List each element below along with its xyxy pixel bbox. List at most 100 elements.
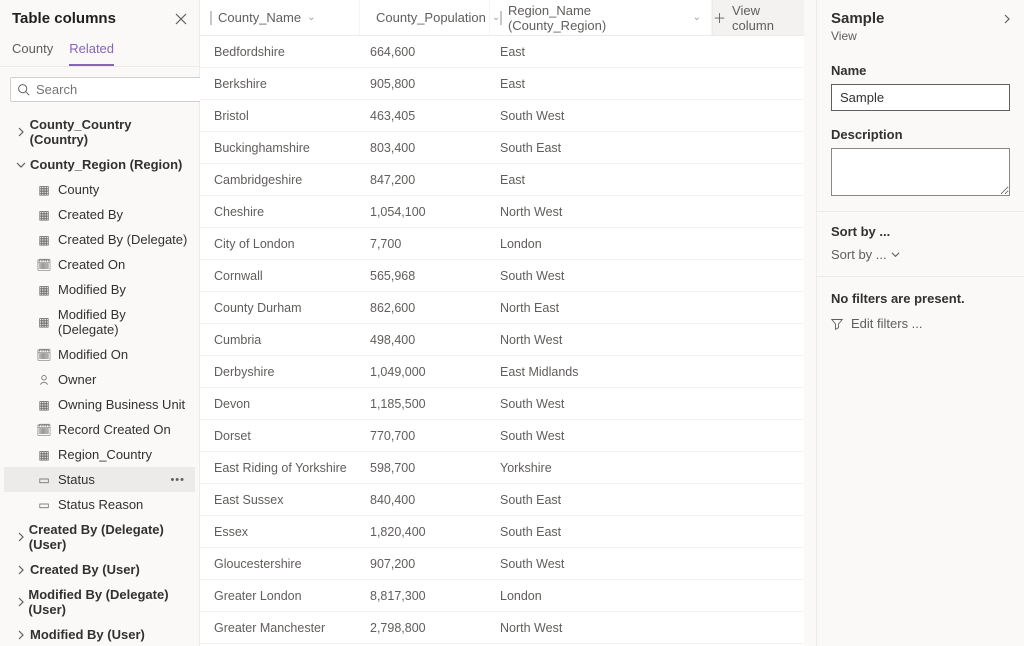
tree-item-created-by[interactable]: ▦Created By bbox=[4, 202, 195, 227]
table-row[interactable]: Essex1,820,400South East bbox=[200, 516, 804, 548]
cell-region: South West bbox=[490, 429, 712, 443]
chevron-down-icon: ⌄ bbox=[307, 12, 315, 23]
edit-filters-button[interactable]: Edit filters ... bbox=[817, 312, 1024, 335]
cell-population: 498,400 bbox=[360, 333, 490, 347]
tree-group-country[interactable]: County_Country (Country) bbox=[4, 112, 195, 152]
panel-title: Sample bbox=[831, 10, 884, 27]
tree-item-record-created-on[interactable]: 🗓Record Created On bbox=[4, 417, 195, 442]
column-tree: County_Country (Country) County_Region (… bbox=[0, 112, 199, 646]
cell-name: Greater London bbox=[200, 589, 360, 603]
table-row[interactable]: Greater Manchester2,798,800North West bbox=[200, 612, 804, 644]
calendar-icon: 🗓 bbox=[36, 258, 52, 272]
cell-name: Berkshire bbox=[200, 77, 360, 91]
cell-name: Bedfordshire bbox=[200, 45, 360, 59]
cell-region: London bbox=[490, 237, 712, 251]
tree-item-modified-on[interactable]: 🗓Modified On bbox=[4, 342, 195, 367]
table-row[interactable]: Buckinghamshire803,400South East bbox=[200, 132, 804, 164]
tree-item-county[interactable]: ▦County bbox=[4, 177, 195, 202]
search-input[interactable] bbox=[10, 77, 219, 102]
cell-region: East Midlands bbox=[490, 365, 712, 379]
cell-region: Yorkshire bbox=[490, 461, 712, 475]
cell-name: Cumbria bbox=[200, 333, 360, 347]
cell-population: 1,054,100 bbox=[360, 205, 490, 219]
table-row[interactable]: County Durham862,600North East bbox=[200, 292, 804, 324]
option-icon: ▭ bbox=[36, 473, 52, 487]
table-row[interactable]: Cheshire1,054,100North West bbox=[200, 196, 804, 228]
tree-group-modified-by-delegate-user[interactable]: Modified By (Delegate) (User) bbox=[4, 582, 195, 622]
table-row[interactable]: Devon1,185,500South West bbox=[200, 388, 804, 420]
tree-item-created-by-delegate[interactable]: ▦Created By (Delegate) bbox=[4, 227, 195, 252]
chevron-down-icon bbox=[16, 160, 30, 170]
tree-item-owner[interactable]: Owner bbox=[4, 367, 195, 392]
cell-region: South East bbox=[490, 525, 712, 539]
sortby-label: Sort by ... bbox=[831, 224, 1010, 239]
cell-region: London bbox=[490, 589, 712, 603]
grid-body[interactable]: Bedfordshire664,600EastBerkshire905,800E… bbox=[200, 36, 804, 646]
table-row[interactable]: Greater London8,817,300London bbox=[200, 580, 804, 612]
table-row[interactable]: Bedfordshire664,600East bbox=[200, 36, 804, 68]
tree-item-modified-by[interactable]: ▦Modified By bbox=[4, 277, 195, 302]
close-icon[interactable] bbox=[175, 13, 187, 25]
filter-icon bbox=[831, 318, 843, 330]
search-field[interactable] bbox=[36, 82, 212, 97]
cell-population: 598,700 bbox=[360, 461, 490, 475]
table-row[interactable]: Berkshire905,800East bbox=[200, 68, 804, 100]
name-input[interactable] bbox=[831, 84, 1010, 111]
chevron-down-icon: ⌄ bbox=[693, 12, 701, 23]
grid-header: County_Name⌄ County_Population⌄ Region_N… bbox=[200, 0, 804, 36]
cell-population: 803,400 bbox=[360, 141, 490, 155]
cell-name: Bristol bbox=[200, 109, 360, 123]
sidebar-title: Table columns bbox=[12, 10, 116, 27]
table-row[interactable]: Cornwall565,968South West bbox=[200, 260, 804, 292]
more-icon[interactable]: ••• bbox=[170, 474, 185, 486]
chevron-right-icon[interactable] bbox=[1002, 14, 1012, 24]
column-header-name[interactable]: County_Name⌄ bbox=[200, 0, 360, 35]
cell-region: South West bbox=[490, 397, 712, 411]
tree-item-status-reason[interactable]: ▭Status Reason bbox=[4, 492, 195, 517]
table-row[interactable]: East Riding of Yorkshire598,700Yorkshire bbox=[200, 452, 804, 484]
cell-population: 463,405 bbox=[360, 109, 490, 123]
tree-group-created-by-user[interactable]: Created By (User) bbox=[4, 557, 195, 582]
table-row[interactable]: Cumbria498,400North West bbox=[200, 324, 804, 356]
tree-item-region-country[interactable]: ▦Region_Country bbox=[4, 442, 195, 467]
cell-name: East Riding of Yorkshire bbox=[200, 461, 360, 475]
tab-related[interactable]: Related bbox=[69, 37, 114, 66]
cell-region: South East bbox=[490, 493, 712, 507]
tree-item-status[interactable]: ▭Status••• bbox=[4, 467, 195, 492]
search-icon bbox=[17, 83, 30, 96]
tab-county[interactable]: County bbox=[12, 37, 53, 66]
cell-region: South East bbox=[490, 141, 712, 155]
description-input[interactable] bbox=[831, 148, 1010, 196]
table-row[interactable]: Bristol463,405South West bbox=[200, 100, 804, 132]
cell-name: Devon bbox=[200, 397, 360, 411]
cell-region: South West bbox=[490, 269, 712, 283]
cell-name: Dorset bbox=[200, 429, 360, 443]
sortby-dropdown[interactable]: Sort by ... bbox=[831, 245, 1010, 264]
name-label: Name bbox=[831, 63, 1010, 78]
table-row[interactable]: Gloucestershire907,200South West bbox=[200, 548, 804, 580]
table-row[interactable]: City of London7,700London bbox=[200, 228, 804, 260]
cell-population: 1,820,400 bbox=[360, 525, 490, 539]
tree-item-modified-by-delegate[interactable]: ▦Modified By (Delegate) bbox=[4, 302, 195, 342]
cell-population: 2,798,800 bbox=[360, 621, 490, 635]
table-row[interactable]: East Sussex840,400South East bbox=[200, 484, 804, 516]
cell-region: North West bbox=[490, 333, 712, 347]
column-header-population[interactable]: County_Population⌄ bbox=[360, 0, 490, 35]
table-row[interactable]: Dorset770,700South West bbox=[200, 420, 804, 452]
tree-group-modified-by-user[interactable]: Modified By (User) bbox=[4, 622, 195, 646]
grid-scrollbar-track[interactable] bbox=[804, 0, 816, 646]
table-row[interactable]: Cambridgeshire847,200East bbox=[200, 164, 804, 196]
tree-item-created-on[interactable]: 🗓Created On bbox=[4, 252, 195, 277]
cell-name: Cambridgeshire bbox=[200, 173, 360, 187]
tree-group-region[interactable]: County_Region (Region) bbox=[4, 152, 195, 177]
cell-population: 565,968 bbox=[360, 269, 490, 283]
column-header-region[interactable]: Region_Name (County_Region)⌄ bbox=[490, 0, 712, 35]
table-row[interactable]: Derbyshire1,049,000East Midlands bbox=[200, 356, 804, 388]
cell-population: 907,200 bbox=[360, 557, 490, 571]
column-icon: ▦ bbox=[36, 208, 52, 222]
view-column-button[interactable]: ＋ View column bbox=[712, 0, 804, 35]
cell-name: Derbyshire bbox=[200, 365, 360, 379]
cell-name: Cornwall bbox=[200, 269, 360, 283]
tree-group-created-by-delegate-user[interactable]: Created By (Delegate) (User) bbox=[4, 517, 195, 557]
tree-item-owning-business-unit[interactable]: ▦Owning Business Unit bbox=[4, 392, 195, 417]
